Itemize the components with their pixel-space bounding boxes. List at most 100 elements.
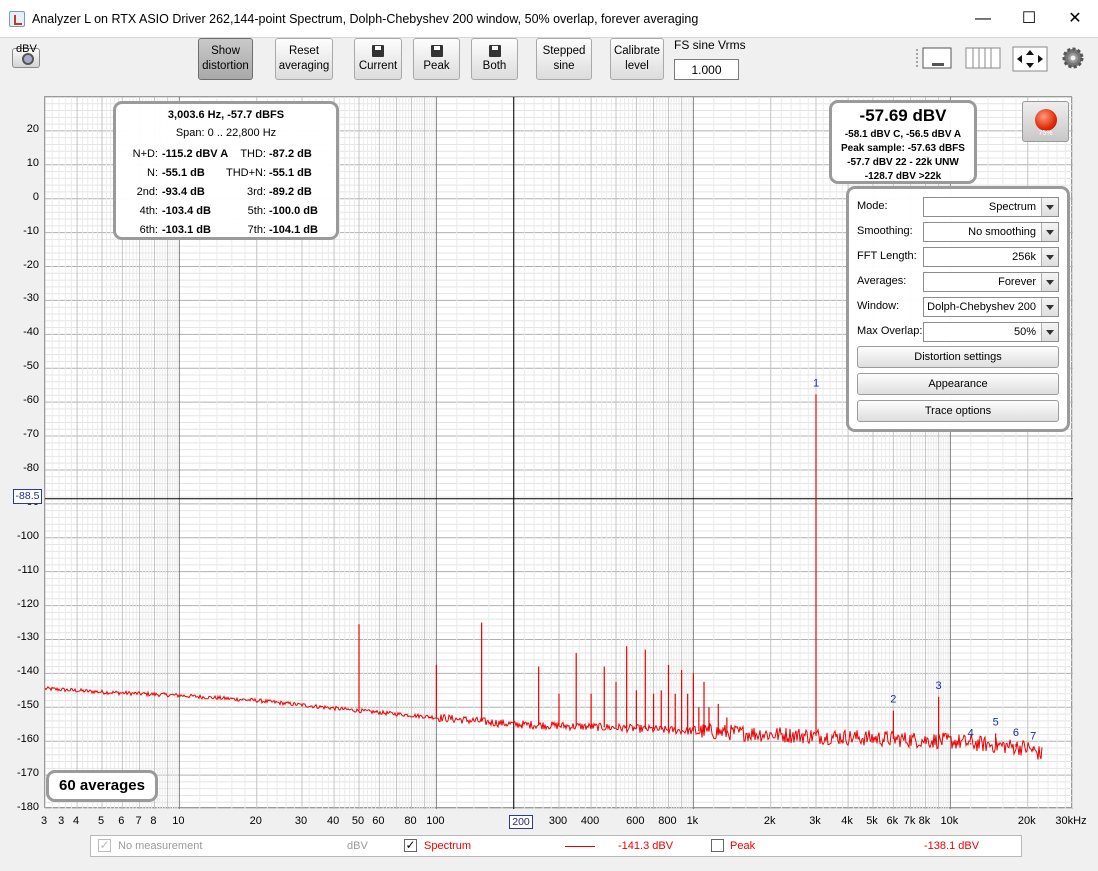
x-tick-label: 2k: [763, 815, 776, 827]
spectrum-checkbox[interactable]: ✓: [404, 839, 417, 852]
setting-value: Dolph-Chebyshev 200: [927, 301, 1036, 313]
peak-checkbox[interactable]: [711, 839, 724, 852]
x-tick-label: 5: [97, 815, 105, 827]
setting-dropdown[interactable]: Forever: [923, 272, 1059, 292]
metric-label: THD+N:: [225, 167, 266, 179]
input-level-indicator[interactable]: 75%: [1022, 101, 1069, 142]
x-tick-label: 6: [118, 815, 125, 827]
show-distortion-button[interactable]: Show distortion: [198, 38, 253, 80]
setting-dropdown[interactable]: No smoothing: [923, 222, 1059, 242]
calibrate-level-label-2: level: [625, 60, 649, 72]
y-tick-label: 10: [26, 156, 39, 169]
x-tick-label: 3: [58, 815, 65, 827]
calibrate-level-label-1: Calibrate: [613, 45, 661, 57]
fs-sine-vrms-input[interactable]: [674, 59, 739, 80]
stepped-sine-button[interactable]: Stepped sine: [536, 38, 592, 80]
save-disk-icon: [372, 45, 384, 57]
x-tick-label: 5k: [866, 815, 878, 827]
save-current-label: Current: [358, 60, 398, 72]
x-tick-label: 60: [372, 815, 385, 827]
setting-label: Window:: [857, 300, 900, 312]
maximize-button[interactable]: ☐: [1006, 0, 1052, 38]
y-tick-label: -20: [23, 258, 39, 271]
reset-averaging-button[interactable]: Reset averaging: [275, 38, 333, 80]
x-tick-label: 1k: [686, 815, 699, 827]
x-tick-label: 4k: [841, 815, 853, 827]
setting-value: Forever: [998, 276, 1036, 288]
save-current-button[interactable]: Current: [354, 38, 402, 80]
harmonic-label-7: 7: [1030, 730, 1036, 742]
toolbar: Show distortion Reset averaging Current …: [0, 38, 1098, 96]
calibrate-level-button[interactable]: Calibrate level: [610, 38, 664, 80]
peak-legend-value: -138.1 dBV: [924, 840, 980, 852]
harmonic-label-3: 3: [936, 680, 942, 692]
x-tick-label: 600: [626, 815, 645, 827]
spectrum-legend-label: Spectrum: [424, 840, 472, 852]
x-tick-label: 10: [172, 815, 185, 827]
x-tick-label: 10k: [940, 815, 959, 827]
chevron-down-icon: [1041, 298, 1058, 316]
save-peak-button[interactable]: Peak: [413, 38, 460, 80]
x-tick-label: 7: [135, 815, 142, 827]
close-button[interactable]: ✕: [1052, 0, 1098, 38]
y-tick-label: -170: [16, 767, 39, 780]
metric-label: N:: [147, 167, 158, 179]
chevron-down-icon: [1041, 273, 1058, 291]
y-cursor-readout[interactable]: -88.5: [13, 489, 42, 504]
metric-value: -104.1 dB: [269, 224, 318, 236]
setting-value: Spectrum: [988, 201, 1036, 213]
appearance-button[interactable]: Appearance: [857, 373, 1059, 395]
x-tick-label: 20k: [1017, 815, 1036, 827]
metric-value: -100.0 dB: [269, 205, 318, 217]
metric-value: -89.2 dB: [269, 186, 312, 198]
cursor-readout: 3,003.6 Hz, -57.7 dBFS: [167, 109, 285, 121]
chevron-down-icon: [1041, 198, 1058, 216]
y-tick-label: -130: [16, 631, 39, 644]
peak-legend-label: Peak: [730, 840, 756, 852]
setting-dropdown[interactable]: 256k: [923, 247, 1059, 267]
y-tick-label: -60: [23, 394, 39, 407]
metric-label: N+D:: [132, 148, 158, 160]
gear-icon[interactable]: [1061, 46, 1085, 70]
setting-value: 256k: [1012, 251, 1036, 263]
save-disk-icon: [488, 45, 501, 57]
trace-options-button[interactable]: Trace options: [857, 400, 1059, 422]
y-tick-label: -150: [16, 699, 39, 712]
fit-arrows-icon[interactable]: [1012, 46, 1048, 72]
metric-label: 5th:: [247, 205, 266, 217]
metric-label: THD:: [240, 148, 266, 160]
y-tick-label: -10: [23, 224, 39, 237]
distortion-settings-button[interactable]: Distortion settings: [857, 346, 1059, 368]
setting-label: Averages:: [857, 275, 907, 287]
x-cursor-readout[interactable]: 200: [509, 815, 533, 829]
save-both-button[interactable]: Both: [471, 38, 518, 80]
graph-layout-icon[interactable]: [914, 46, 952, 72]
metric-label: 2nd:: [136, 186, 158, 198]
settings-panel: Mode: Spectrum Smoothing: No smoothing FFT L…: [846, 186, 1070, 432]
y-tick-label: -160: [16, 733, 39, 746]
no-measurement-unit: dBV: [347, 840, 368, 852]
metric-value: -55.1 dB: [269, 167, 312, 179]
span-readout: Span: 0 .. 22,800 Hz: [175, 127, 277, 139]
window-title: Analyzer L on RTX ASIO Driver 262,144-po…: [32, 12, 699, 26]
title-bar: Analyzer L on RTX ASIO Driver 262,144-po…: [0, 0, 1098, 38]
x-tick-label: 30: [294, 815, 308, 827]
setting-dropdown[interactable]: Spectrum: [923, 197, 1059, 217]
minimize-button[interactable]: —: [960, 0, 1006, 38]
show-distortion-label-2: distortion: [202, 60, 249, 72]
y-axis-unit-label: dBV: [16, 43, 37, 55]
columns-icon[interactable]: [965, 46, 1001, 72]
save-both-label: Both: [482, 60, 507, 72]
chevron-down-icon: [1041, 323, 1058, 341]
x-tick-label: 6k: [886, 815, 899, 827]
no-measurement-checkbox[interactable]: ✓: [98, 839, 111, 852]
y-tick-label: -70: [23, 428, 39, 441]
app-icon: [9, 11, 25, 27]
setting-dropdown[interactable]: 50%: [923, 322, 1059, 342]
setting-dropdown[interactable]: Dolph-Chebyshev 200: [923, 297, 1059, 317]
y-tick-label: -110: [17, 563, 39, 576]
x-axis-unit-label: 30kHz: [1055, 815, 1087, 827]
harmonic-label-1: 1: [813, 377, 819, 389]
peak-sample-readout: Peak sample: -57.63 dBFS: [841, 143, 965, 154]
save-disk-icon: [430, 45, 443, 57]
